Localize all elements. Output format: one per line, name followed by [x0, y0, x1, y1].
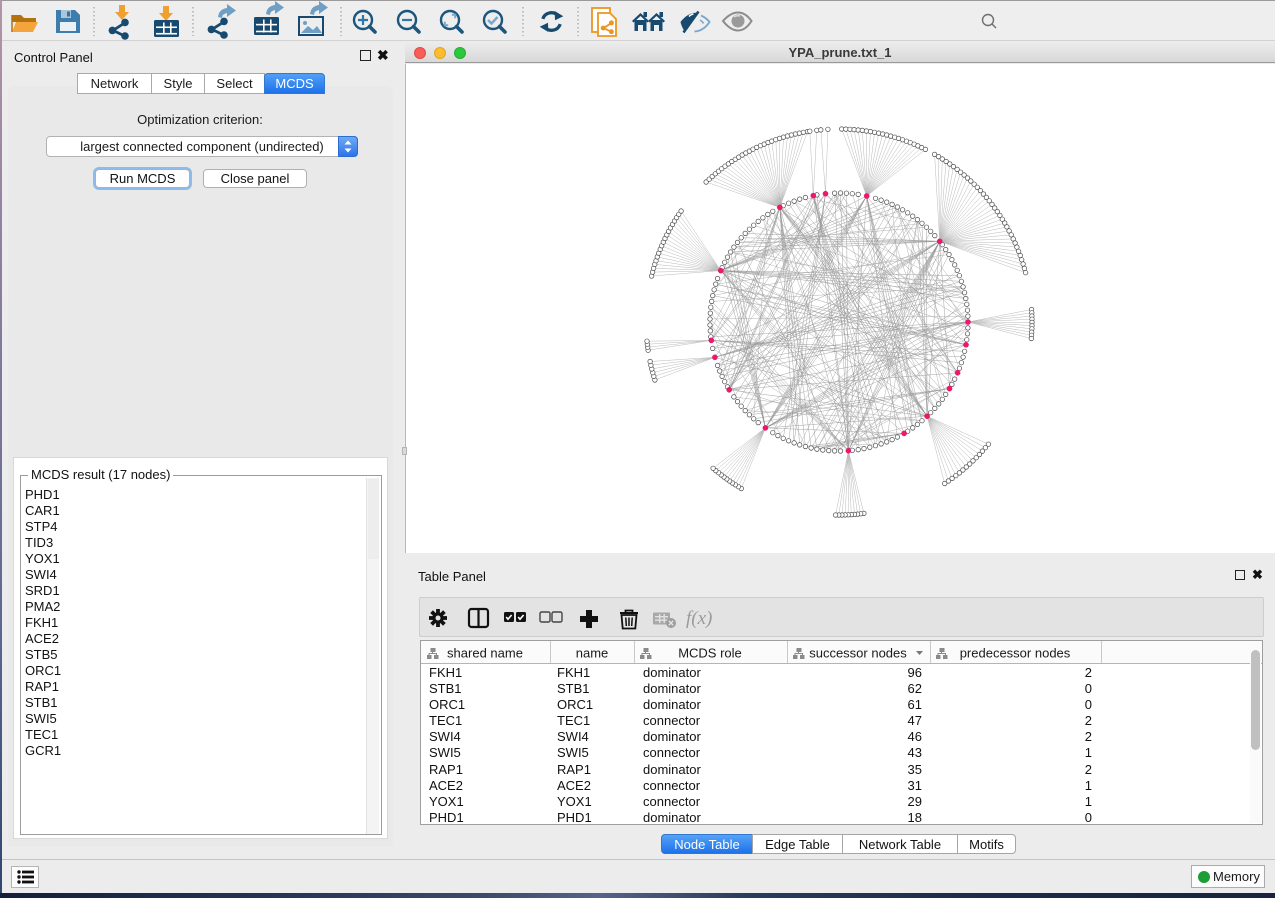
svg-text:YOX1: YOX1	[429, 794, 464, 809]
svg-text:ACE2: ACE2	[557, 778, 591, 793]
svg-text:1: 1	[1085, 794, 1092, 809]
svg-text:predecessor nodes: predecessor nodes	[960, 646, 1071, 661]
svg-text:1: 1	[1085, 745, 1092, 760]
svg-text:2: 2	[1085, 762, 1092, 777]
svg-text:name: name	[576, 646, 609, 661]
svg-text:SWI5: SWI5	[429, 745, 461, 760]
svg-text:43: 43	[908, 745, 922, 760]
svg-text:2: 2	[1085, 713, 1092, 728]
svg-text:connector: connector	[643, 745, 701, 760]
svg-text:shared name: shared name	[447, 646, 523, 661]
svg-text:ACE2: ACE2	[429, 778, 463, 793]
svg-text:47: 47	[908, 713, 922, 728]
svg-text:connector: connector	[643, 778, 701, 793]
svg-text:dominator: dominator	[643, 665, 701, 680]
svg-text:connector: connector	[643, 713, 701, 728]
svg-text:0: 0	[1085, 681, 1092, 696]
svg-text:2: 2	[1085, 665, 1092, 680]
svg-text:ORC1: ORC1	[557, 697, 593, 712]
svg-text:dominator: dominator	[643, 810, 701, 825]
svg-text:STB1: STB1	[557, 681, 590, 696]
svg-text:1: 1	[1085, 778, 1092, 793]
svg-text:29: 29	[908, 794, 922, 809]
svg-text:0: 0	[1085, 810, 1092, 825]
svg-text:dominator: dominator	[643, 729, 701, 744]
svg-text:MCDS role: MCDS role	[678, 646, 742, 661]
svg-text:62: 62	[908, 681, 922, 696]
svg-text:96: 96	[908, 665, 922, 680]
svg-text:46: 46	[908, 729, 922, 744]
svg-text:dominator: dominator	[643, 681, 701, 696]
svg-text:TEC1: TEC1	[557, 713, 590, 728]
svg-text:31: 31	[908, 778, 922, 793]
svg-text:PHD1: PHD1	[557, 810, 592, 825]
svg-text:dominator: dominator	[643, 762, 701, 777]
svg-text:PHD1: PHD1	[429, 810, 464, 825]
svg-text:2: 2	[1085, 729, 1092, 744]
svg-text:TEC1: TEC1	[429, 713, 462, 728]
svg-text:RAP1: RAP1	[557, 762, 591, 777]
svg-text:61: 61	[908, 697, 922, 712]
svg-text:18: 18	[908, 810, 922, 825]
svg-text:STB1: STB1	[429, 681, 462, 696]
svg-text:f(x): f(x)	[686, 608, 712, 629]
svg-text:dominator: dominator	[643, 697, 701, 712]
svg-text:SWI4: SWI4	[557, 729, 589, 744]
svg-text:FKH1: FKH1	[557, 665, 590, 680]
svg-text:RAP1: RAP1	[429, 762, 463, 777]
svg-text:35: 35	[908, 762, 922, 777]
svg-text:ORC1: ORC1	[429, 697, 465, 712]
svg-text:SWI5: SWI5	[557, 745, 589, 760]
svg-text:SWI4: SWI4	[429, 729, 461, 744]
svg-text:YOX1: YOX1	[557, 794, 592, 809]
svg-text:0: 0	[1085, 697, 1092, 712]
svg-text:successor nodes: successor nodes	[809, 646, 907, 661]
svg-text:FKH1: FKH1	[429, 665, 462, 680]
svg-text:connector: connector	[643, 794, 701, 809]
